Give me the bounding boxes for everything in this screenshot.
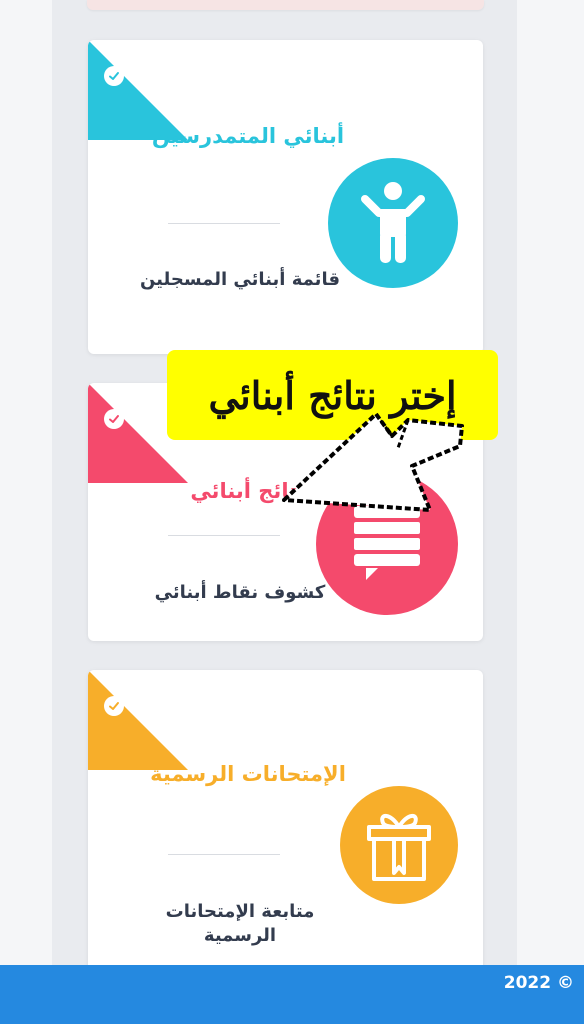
gift-icon (340, 786, 458, 904)
copyright-text: 2022 © (503, 973, 574, 993)
card-description: كشوف نقاط أبنائي (154, 582, 326, 603)
card-official-exams[interactable]: الإمتحانات الرسمية متابعة الإمتحانات الر… (88, 670, 483, 990)
card-description: قائمة أبنائي المسجلين (139, 269, 340, 290)
card-my-enrolled-children[interactable]: أبنائي المتمدرسين قائمة أبنائي المسجلين (88, 40, 483, 354)
card-title[interactable]: أبنائي المتمدرسين (148, 122, 348, 150)
card-divider (168, 223, 280, 224)
footer: 2022 © (0, 965, 584, 1024)
check-icon (104, 409, 124, 429)
child-icon (328, 158, 458, 288)
card-description: متابعة الإمتحانات الرسمية (165, 901, 315, 946)
check-icon (104, 66, 124, 86)
hand-pointer-icon (282, 412, 464, 512)
previous-card-edge (87, 0, 484, 10)
card-title[interactable]: الإمتحانات الرسمية (148, 760, 348, 788)
card-ribbon (88, 670, 288, 770)
card-divider (168, 535, 280, 536)
card-divider (168, 854, 280, 855)
check-icon (104, 696, 124, 716)
